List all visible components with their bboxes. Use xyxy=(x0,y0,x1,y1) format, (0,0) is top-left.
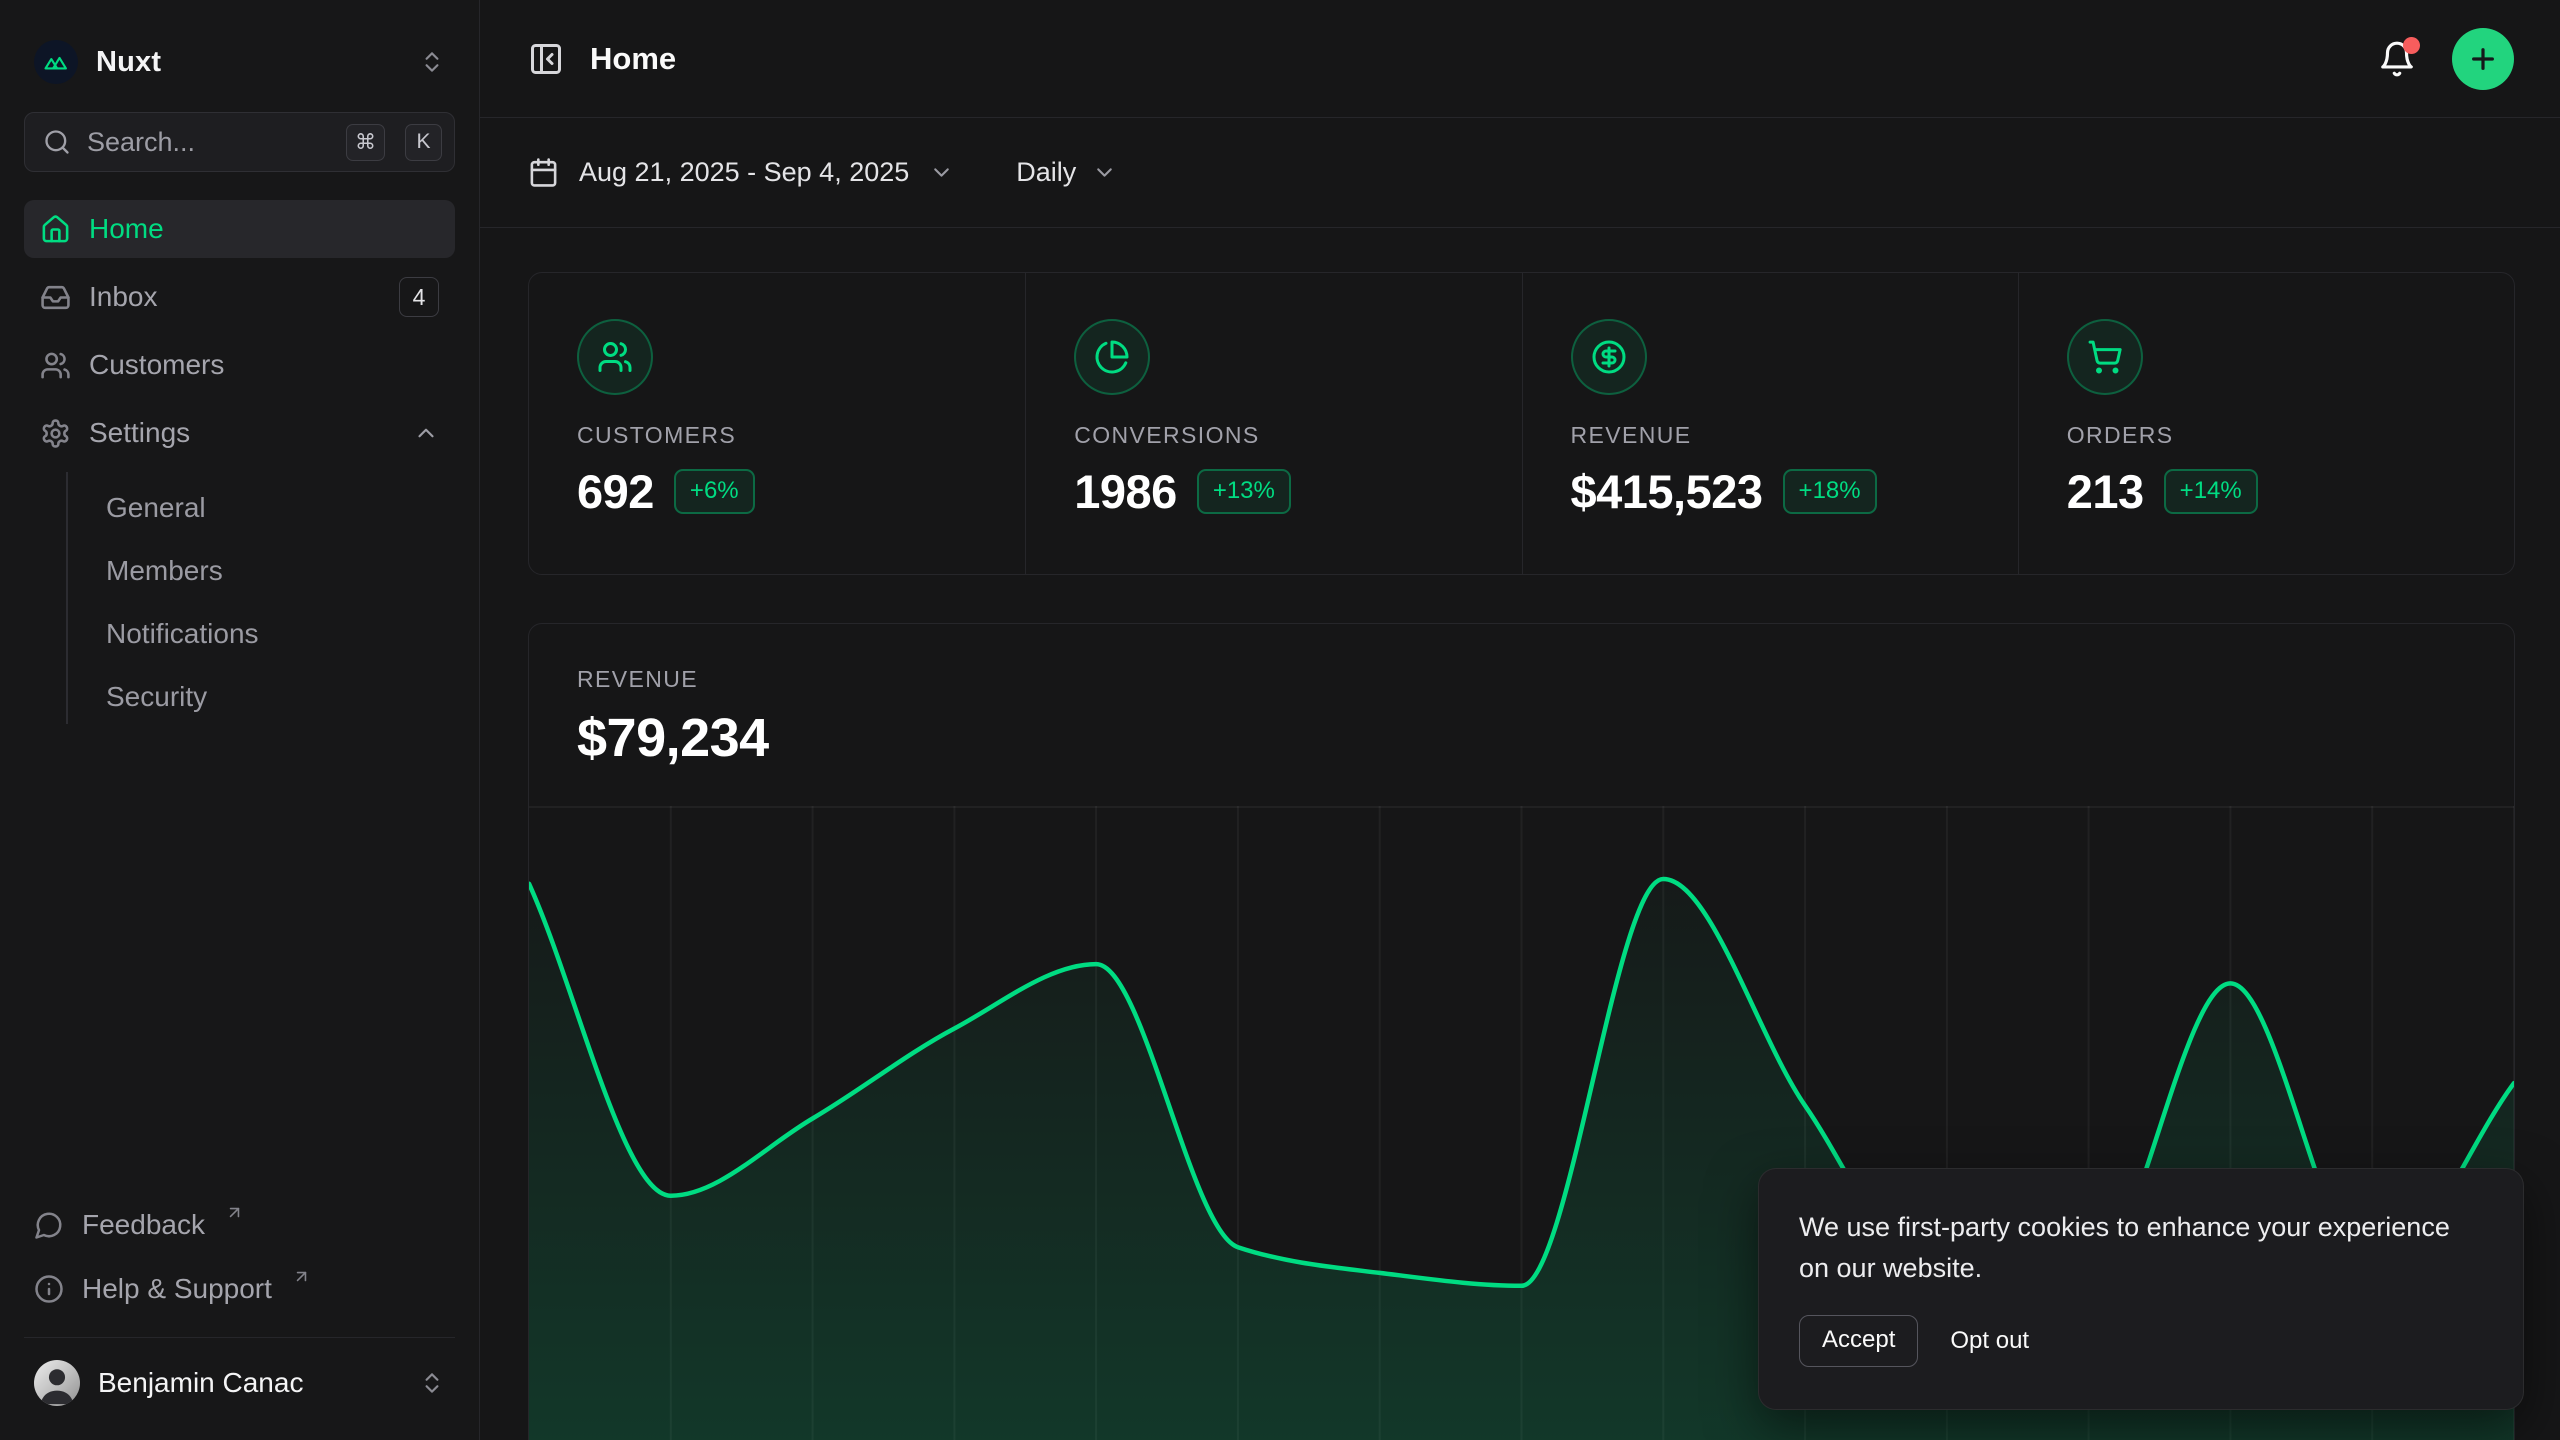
search-input[interactable]: Search... ⌘ K xyxy=(24,112,455,172)
sidebar-item-settings[interactable]: Settings xyxy=(24,404,455,462)
stat-delta-badge: +13% xyxy=(1197,469,1291,514)
stat-delta-badge: +14% xyxy=(2164,469,2258,514)
stat-card-revenue: REVENUE $415,523 +18% xyxy=(1522,273,2018,574)
stat-value: $415,523 xyxy=(1571,464,1763,519)
sidebar-subitem-members[interactable]: Members xyxy=(106,543,455,598)
inbox-icon xyxy=(40,282,71,313)
stat-label: ORDERS xyxy=(2067,422,2466,449)
stat-card-orders: ORDERS 213 +14% xyxy=(2018,273,2514,574)
sidebar-item-label: Customers xyxy=(89,349,224,381)
pie-chart-icon xyxy=(1094,339,1130,375)
revenue-chart-value: $79,234 xyxy=(577,707,2466,769)
app: Nuxt Search... ⌘ K xyxy=(0,0,2560,1440)
page-title: Home xyxy=(590,41,676,77)
calendar-icon xyxy=(528,157,559,188)
home-icon xyxy=(40,214,71,245)
users-icon xyxy=(597,339,633,375)
arrow-up-right-icon xyxy=(225,1203,244,1222)
chevrons-up-down-icon xyxy=(419,1370,445,1396)
date-range-picker[interactable]: Aug 21, 2025 - Sep 4, 2025 xyxy=(528,157,954,188)
footer-link-label: Help & Support xyxy=(82,1273,272,1305)
sidebar-subitem-notifications[interactable]: Notifications xyxy=(106,606,455,661)
stat-value: 213 xyxy=(2067,464,2144,519)
main-header: Home xyxy=(480,0,2560,118)
feedback-link[interactable]: Feedback xyxy=(34,1197,445,1253)
sidebar-item-label: Settings xyxy=(89,417,190,449)
settings-subnav: General Members Notifications Security xyxy=(66,472,455,724)
workspace-name: Nuxt xyxy=(96,46,161,79)
filter-bar: Aug 21, 2025 - Sep 4, 2025 Daily xyxy=(480,118,2560,228)
chevron-down-icon xyxy=(929,160,954,185)
chevron-up-icon xyxy=(413,420,439,446)
user-menu[interactable]: Benjamin Canac xyxy=(24,1337,455,1414)
cookie-message: We use first-party cookies to enhance yo… xyxy=(1799,1207,2483,1289)
inbox-count-badge: 4 xyxy=(399,277,439,317)
chevron-down-icon xyxy=(1092,160,1117,185)
stats-panel: CUSTOMERS 692 +6% CONVERSIONS 1986 xyxy=(528,272,2515,575)
stat-value: 1986 xyxy=(1074,464,1177,519)
sidebar-item-customers[interactable]: Customers xyxy=(24,336,455,394)
panel-left-close-icon xyxy=(528,41,564,77)
cookie-actions: Accept Opt out xyxy=(1799,1315,2483,1367)
search-icon xyxy=(43,128,71,156)
gear-icon xyxy=(40,418,71,449)
stat-card-conversions: CONVERSIONS 1986 +13% xyxy=(1025,273,1521,574)
subitem-label: Members xyxy=(106,555,223,587)
granularity-label: Daily xyxy=(1016,157,1076,188)
chevrons-up-down-icon xyxy=(419,49,445,75)
subitem-label: Notifications xyxy=(106,618,259,650)
search-placeholder: Search... xyxy=(87,127,326,158)
avatar xyxy=(34,1360,80,1406)
sidebar-footer: Feedback Help & Support xyxy=(24,1197,455,1317)
stat-delta-badge: +6% xyxy=(674,469,755,514)
granularity-select[interactable]: Daily xyxy=(1016,157,1117,188)
sidebar: Nuxt Search... ⌘ K xyxy=(0,0,480,1440)
header-actions xyxy=(2378,28,2514,90)
stat-value: 692 xyxy=(577,464,654,519)
kbd-command: ⌘ xyxy=(346,124,385,161)
help-support-link[interactable]: Help & Support xyxy=(34,1261,445,1317)
stat-label: CUSTOMERS xyxy=(577,422,977,449)
notifications-button[interactable] xyxy=(2378,40,2416,78)
add-button[interactable] xyxy=(2452,28,2514,90)
sidebar-nav: Home Inbox 4 C xyxy=(24,200,455,724)
shopping-cart-icon xyxy=(2087,339,2123,375)
sidebar-item-inbox[interactable]: Inbox 4 xyxy=(24,268,455,326)
stat-label: CONVERSIONS xyxy=(1074,422,1473,449)
sidebar-subitem-general[interactable]: General xyxy=(106,480,455,535)
sidebar-subitem-security[interactable]: Security xyxy=(106,669,455,724)
revenue-chart-label: REVENUE xyxy=(577,666,2466,693)
opt-out-button[interactable]: Opt out xyxy=(1950,1327,2029,1355)
notification-dot xyxy=(2403,37,2420,54)
date-range-label: Aug 21, 2025 - Sep 4, 2025 xyxy=(579,157,909,188)
subitem-label: General xyxy=(106,492,206,524)
users-icon xyxy=(40,350,71,381)
message-circle-icon xyxy=(34,1210,64,1240)
sidebar-item-label: Inbox xyxy=(89,281,158,313)
stat-delta-badge: +18% xyxy=(1783,469,1877,514)
info-icon xyxy=(34,1274,64,1304)
plus-icon xyxy=(2467,43,2499,75)
sidebar-item-label: Home xyxy=(89,213,164,245)
user-name: Benjamin Canac xyxy=(98,1367,303,1399)
subitem-label: Security xyxy=(106,681,207,713)
arrow-up-right-icon xyxy=(292,1267,311,1286)
kbd-k: K xyxy=(405,124,442,161)
cookie-banner: We use first-party cookies to enhance yo… xyxy=(1758,1168,2524,1410)
circle-dollar-icon xyxy=(1591,339,1627,375)
stat-card-customers: CUSTOMERS 692 +6% xyxy=(529,273,1025,574)
accept-button[interactable]: Accept xyxy=(1799,1315,1918,1367)
sidebar-item-home[interactable]: Home xyxy=(24,200,455,258)
stat-label: REVENUE xyxy=(1571,422,1970,449)
nuxt-logo-icon xyxy=(34,40,78,84)
workspace-switcher[interactable]: Nuxt xyxy=(24,36,455,88)
sidebar-collapse-button[interactable] xyxy=(528,41,564,77)
footer-link-label: Feedback xyxy=(82,1209,205,1241)
